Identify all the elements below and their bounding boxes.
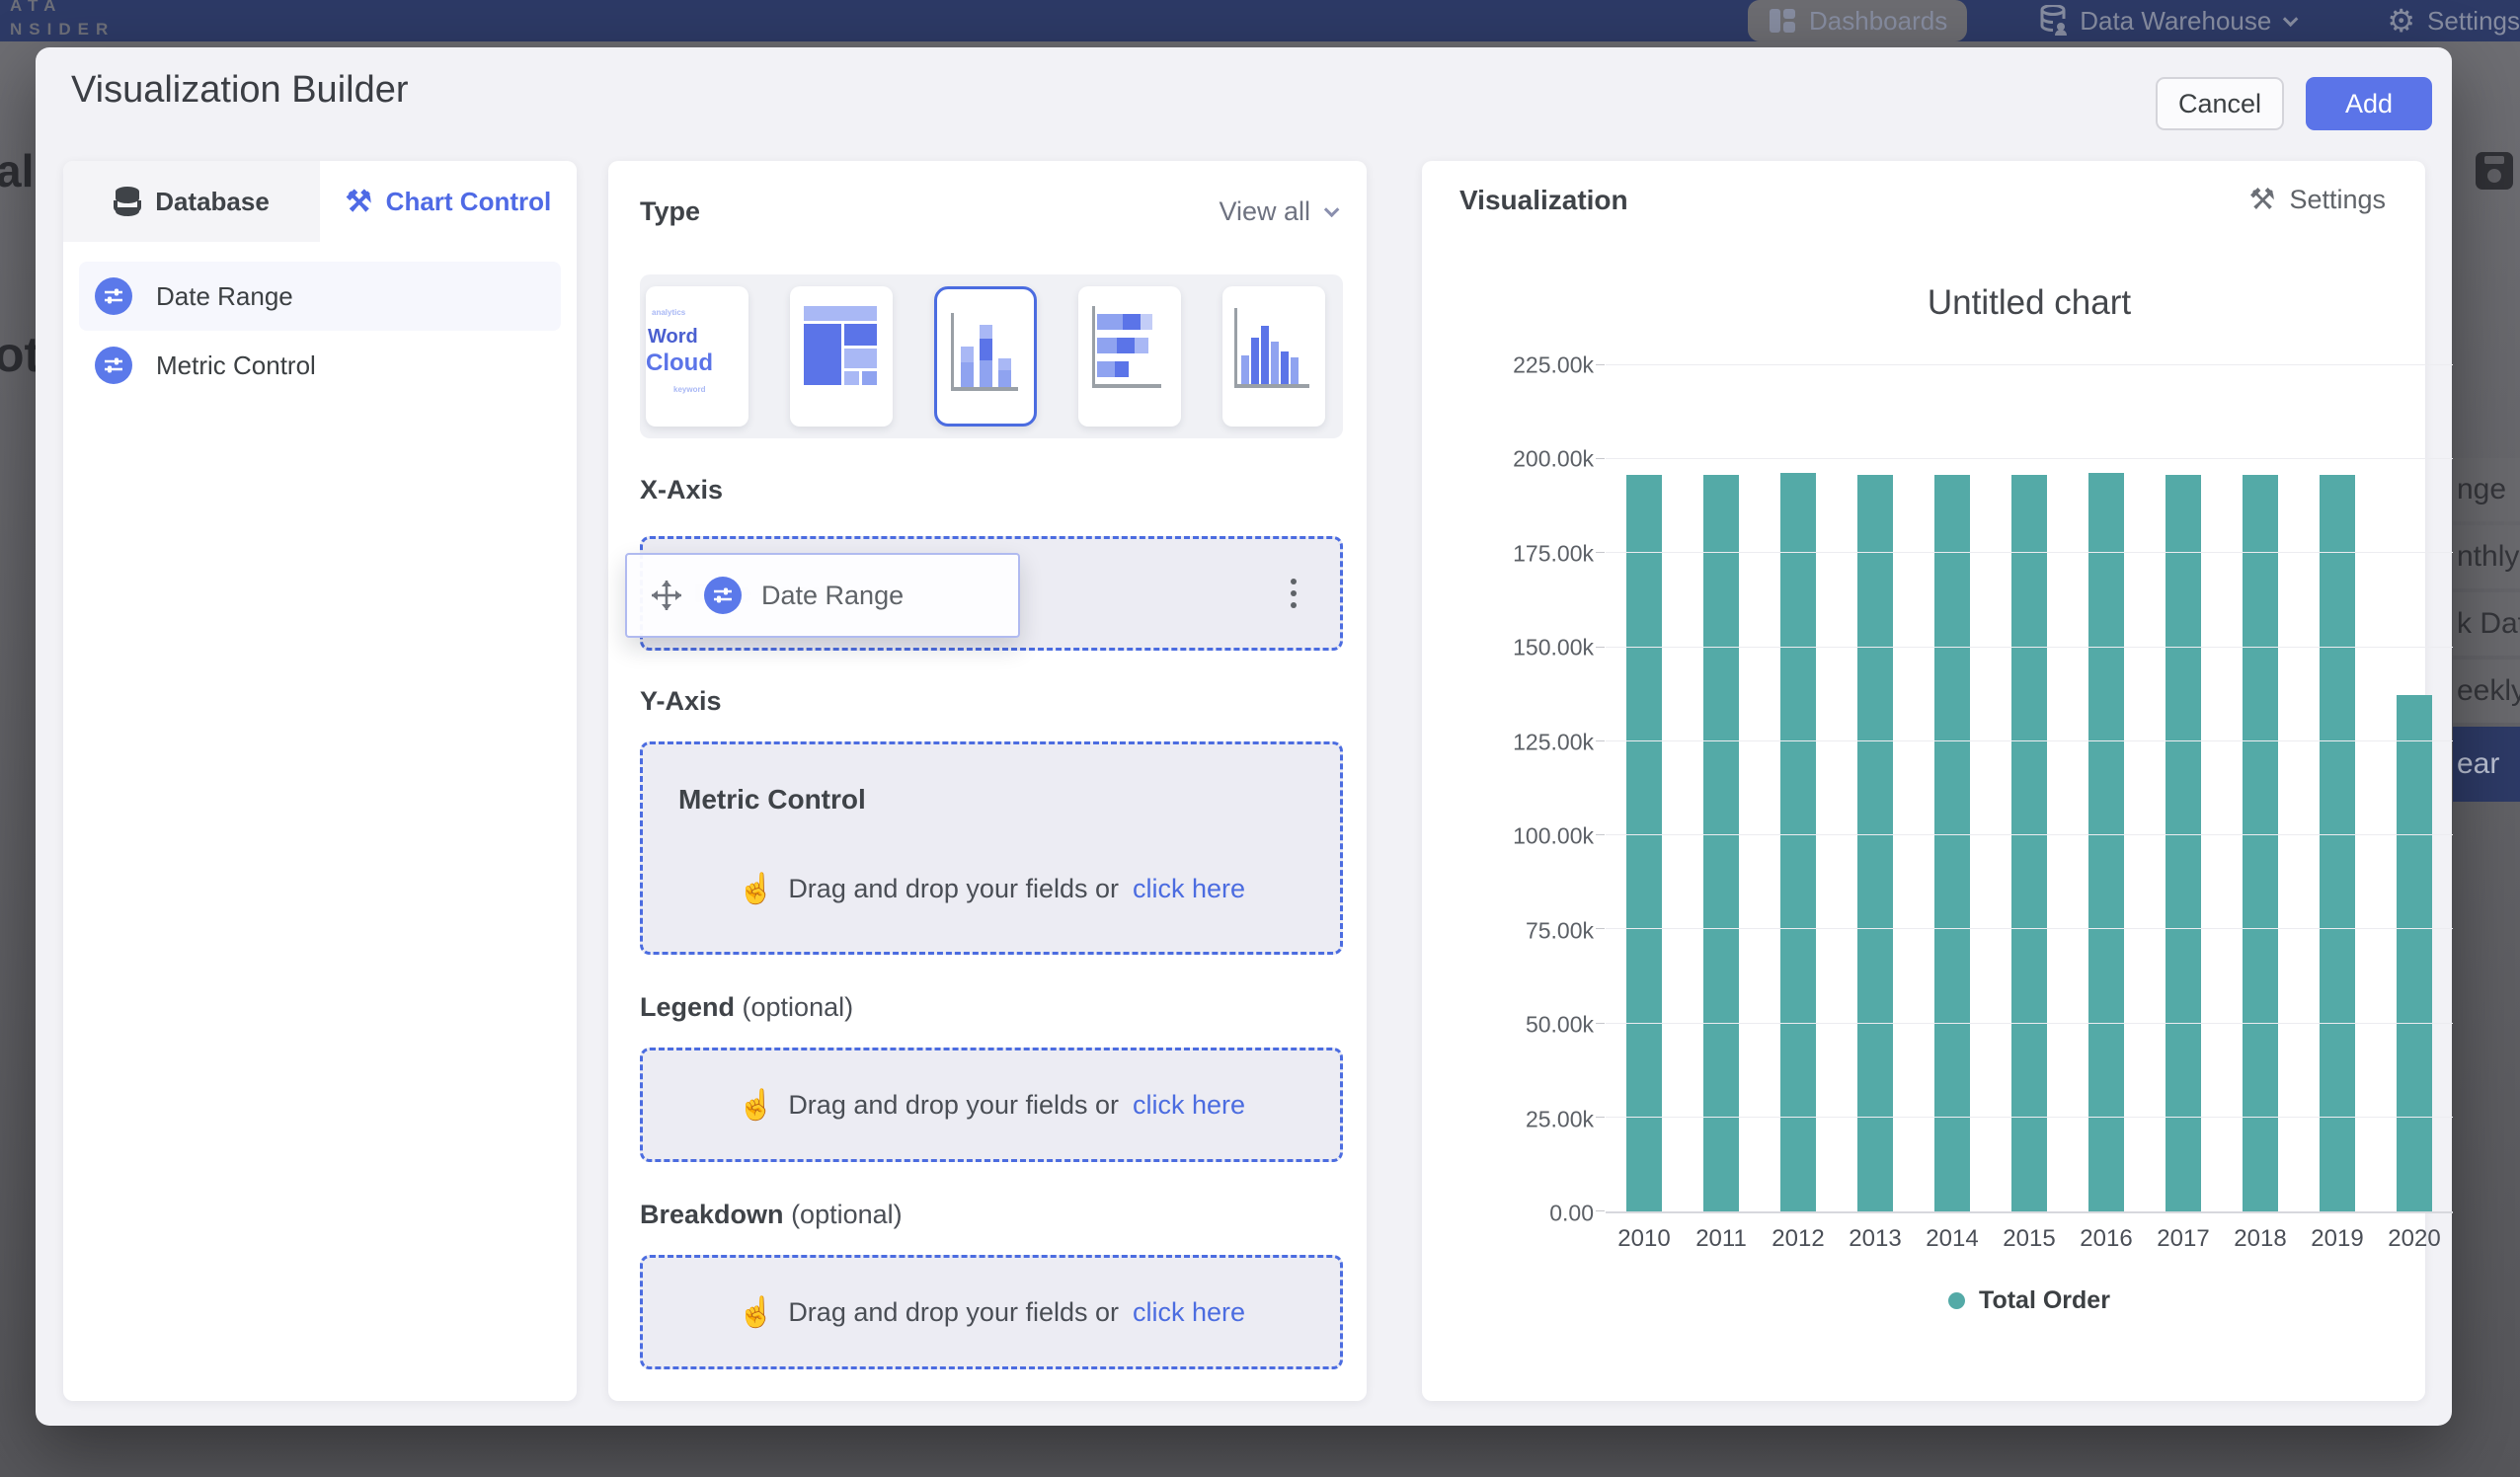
chevron-down-icon [1324,202,1340,218]
menu-item[interactable]: nthly [2453,525,2520,588]
legend-label: Total Order [1979,1286,2110,1315]
chart-type-strip: analytics Word Cloud keyword [640,274,1343,438]
visualization-heading: Visualization [1459,185,1628,216]
chart-type-stacked-bar[interactable] [1078,286,1181,427]
cancel-button[interactable]: Cancel [2156,77,2284,130]
chart-legend[interactable]: Total Order [1606,1286,2453,1315]
chart-type-column[interactable] [1222,286,1325,427]
click-here-link[interactable]: click here [1133,1297,1245,1328]
menu-item[interactable]: k Date [2453,592,2520,656]
chart-settings-button[interactable]: ⚒ Settings [2249,183,2386,217]
hand-click-icon: ☝ [738,1295,774,1330]
breakdown-heading: Breakdown (optional) [640,1200,1335,1230]
y-axis-drop-zone[interactable]: Metric Control ☝ Drag and drop your fiel… [640,741,1343,955]
gear-icon: ⚙ [2387,2,2415,39]
visualization-panel: Visualization ⚒ Settings Untitled chart … [1422,161,2425,1401]
chart-plot [1606,365,2453,1213]
database-icon [114,186,141,217]
chart-type-treemap[interactable] [790,286,893,427]
save-icon[interactable] [2475,151,2514,191]
control-sliders-icon [704,577,742,614]
data-warehouse-icon [2040,5,2068,37]
move-icon [649,578,684,613]
y-axis-zone-title: Metric Control [678,784,866,816]
control-sliders-icon [95,347,132,384]
hand-click-icon: ☝ [738,1088,774,1123]
dashboards-icon [1768,6,1797,36]
dragged-field-chip[interactable]: Date Range [625,553,1020,638]
breakdown-drop-zone[interactable]: ☝ Drag and drop your fields or click her… [640,1255,1343,1369]
legend-dot [1948,1292,1965,1309]
modal-title: Visualization Builder [71,69,409,112]
x-axis-heading: X-Axis [640,475,1335,505]
dragged-field-label: Date Range [761,581,904,611]
legend-drop-zone[interactable]: ☝ Drag and drop your fields or click her… [640,1048,1343,1162]
chart-type-stacked-column-selected[interactable] [934,286,1037,427]
type-heading: Type [640,196,700,226]
hand-click-icon: ☝ [738,872,774,906]
add-button[interactable]: Add [2306,77,2432,130]
app-logo: ATA NSIDER [10,0,115,41]
x-axis-drop-zone[interactable]: Date Range Date Range [640,536,1343,651]
click-here-link[interactable]: click here [1133,874,1245,904]
legend-heading: Legend (optional) [640,992,1335,1023]
kebab-menu-icon[interactable] [1291,579,1297,608]
nav-data-warehouse[interactable]: Data Warehouse [2020,0,2314,41]
tools-icon: ⚒ [2249,183,2276,217]
nav-dashboards[interactable]: Dashboards [1748,0,1967,41]
click-here-link[interactable]: click here [1133,1090,1245,1121]
tools-icon: ⚒ [346,185,372,219]
field-item-date-range[interactable]: Date Range [79,262,561,331]
drop-hint-text: Drag and drop your fields or [788,874,1119,904]
control-sliders-icon [95,277,132,315]
top-nav-bar: ATA NSIDER Dashboards D [0,0,2520,41]
view-all-dropdown[interactable]: View all [1219,196,1335,227]
menu-item[interactable]: nge [2453,458,2520,521]
y-axis-labels: 0.0025.00k50.00k75.00k100.00k125.00k150.… [1450,365,1594,1213]
menu-item[interactable]: eekly [2453,660,2520,723]
x-axis-labels: 2010201120122013201420152016201720182019… [1606,1225,2453,1253]
chevron-down-icon [2283,11,2299,27]
chart-type-word-cloud[interactable]: analytics Word Cloud keyword [646,286,748,427]
visualization-builder-modal: Visualization Builder Cancel Add Databas… [36,47,2452,1426]
y-axis-heading: Y-Axis [640,686,1335,717]
field-item-metric-control[interactable]: Metric Control [79,331,561,400]
tab-database[interactable]: Database [63,161,320,242]
drop-hint-text: Drag and drop your fields or [788,1090,1119,1121]
chart-title: Untitled chart [1606,283,2453,323]
builder-panel: Type View all analytics Word Cloud keywo… [608,161,1367,1401]
fields-panel: Database ⚒ Chart Control Da [63,161,577,1401]
nav-settings[interactable]: ⚙ Settings [2367,0,2520,41]
drop-hint-text: Drag and drop your fields or [788,1297,1119,1328]
menu-item-selected[interactable]: ear [2453,727,2520,802]
tab-chart-control[interactable]: ⚒ Chart Control [320,161,577,242]
background-right-menu: nge nthly k Date eekly ear [2453,458,2520,806]
screen: ATA NSIDER Dashboards D [0,0,2520,1477]
background-heading-top: al [0,144,34,197]
bars [1606,365,2453,1211]
